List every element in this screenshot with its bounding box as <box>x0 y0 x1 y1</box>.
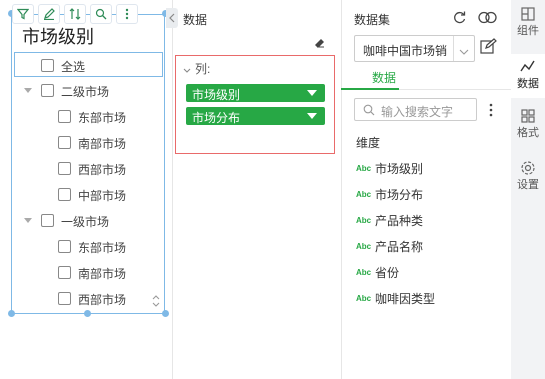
widget-title: 市场级别 <box>22 27 94 47</box>
scroll-updown-icon[interactable] <box>151 294 161 311</box>
sidebar-item-component[interactable]: 组件 <box>511 6 545 48</box>
item-checkbox[interactable] <box>58 110 71 123</box>
collapse-arrow-icon[interactable] <box>24 88 32 93</box>
search-icon <box>363 104 375 119</box>
tree-item-label: 东部市场 <box>78 111 127 125</box>
field-label: 市场分布 <box>375 188 424 202</box>
more-vertical-icon[interactable] <box>116 4 138 24</box>
sort-icon[interactable] <box>64 4 86 24</box>
item-checkbox[interactable] <box>58 162 71 175</box>
field-item[interactable]: Abc 产品名称 <box>356 238 423 255</box>
sidebar-item-label: 设置 <box>517 179 539 191</box>
field-item[interactable]: Abc 省份 <box>356 264 399 281</box>
dataset-select[interactable]: 咖啡中国市场销 <box>354 35 475 62</box>
field-label: 产品种类 <box>375 214 424 228</box>
group-checkbox[interactable] <box>41 214 54 227</box>
field-item[interactable]: Abc 产品种类 <box>356 212 423 229</box>
active-tab-indicator <box>341 88 399 90</box>
field-label: 市场级别 <box>375 162 424 176</box>
field-label: 产品名称 <box>375 240 424 254</box>
chevron-down-icon[interactable] <box>183 64 191 78</box>
field-item[interactable]: Abc 市场分布 <box>356 186 423 203</box>
edit-dataset-icon[interactable] <box>480 38 497 58</box>
text-type-icon: Abc <box>356 268 372 277</box>
panel-title: 数据 <box>183 13 208 27</box>
sidebar-item-label: 数据 <box>517 78 539 90</box>
columns-label: 列: <box>195 62 211 76</box>
select-all-label: 全选 <box>61 60 86 74</box>
format-grid-icon <box>521 109 535 123</box>
text-type-icon: Abc <box>356 164 372 173</box>
item-checkbox[interactable] <box>58 292 71 305</box>
dataset-title: 数据集 <box>354 13 391 27</box>
sidebar-item-label: 格式 <box>517 127 539 139</box>
group-checkbox[interactable] <box>41 84 54 97</box>
field-label: 省份 <box>375 266 400 280</box>
field-chip[interactable]: 市场分布 <box>186 107 325 125</box>
component-icon <box>521 7 535 21</box>
text-type-icon: Abc <box>356 242 372 251</box>
tree-item-label: 南部市场 <box>78 137 127 151</box>
field-search-input[interactable]: 输入搜索文字 <box>354 98 477 121</box>
caret-down-icon[interactable] <box>307 113 317 119</box>
chevron-down-icon[interactable] <box>459 45 469 59</box>
tree-item-label: 南部市场 <box>78 267 127 281</box>
sidebar-item-label: 组件 <box>517 25 539 37</box>
field-chip-label: 市场级别 <box>192 88 241 102</box>
resize-handle-bottom-middle[interactable] <box>84 310 91 317</box>
tab-bar <box>341 64 511 90</box>
field-chip-label: 市场分布 <box>192 111 241 125</box>
item-checkbox[interactable] <box>58 136 71 149</box>
tree-item-label: 西部市场 <box>78 293 127 307</box>
tab-data[interactable]: 数据 <box>372 69 396 86</box>
text-type-icon: Abc <box>356 216 372 225</box>
resize-handle-bottom-right[interactable] <box>162 310 169 317</box>
field-label: 咖啡因类型 <box>375 292 436 306</box>
item-checkbox[interactable] <box>58 188 71 201</box>
dataset-link-icon[interactable] <box>478 10 498 28</box>
filter-icon[interactable] <box>12 4 34 24</box>
data-chart-icon <box>520 60 535 72</box>
tree-group-label: 一级市场 <box>61 215 110 229</box>
sidebar-item-data[interactable]: 数据 <box>511 54 545 98</box>
text-type-icon: Abc <box>356 294 372 303</box>
field-item[interactable]: Abc 咖啡因类型 <box>356 290 435 307</box>
field-chip[interactable]: 市场级别 <box>186 84 325 102</box>
sidebar-item-format[interactable]: 格式 <box>511 108 545 150</box>
collapse-arrow-icon[interactable] <box>24 218 32 223</box>
panel-collapse-icon[interactable] <box>166 8 178 28</box>
text-type-icon: Abc <box>356 190 372 199</box>
item-checkbox[interactable] <box>58 266 71 279</box>
settings-gear-icon <box>521 161 535 175</box>
dimension-heading: 维度 <box>356 136 381 150</box>
edit-pencil-icon[interactable] <box>38 4 60 24</box>
search-placeholder: 输入搜索文字 <box>381 105 454 119</box>
more-vertical-icon[interactable] <box>488 103 494 120</box>
dataset-select-value: 咖啡中国市场销 <box>363 44 448 58</box>
tree-item-label: 东部市场 <box>78 241 127 255</box>
tree-group-label: 二级市场 <box>61 85 110 99</box>
eraser-icon[interactable] <box>314 37 326 52</box>
resize-handle-bottom-left[interactable] <box>8 310 15 317</box>
search-icon[interactable] <box>90 4 112 24</box>
select-all-row[interactable] <box>14 52 163 77</box>
item-checkbox[interactable] <box>58 240 71 253</box>
tree-item-label: 中部市场 <box>78 189 127 203</box>
caret-down-icon[interactable] <box>307 90 317 96</box>
sidebar-item-settings[interactable]: 设置 <box>511 160 545 202</box>
field-item[interactable]: Abc 市场级别 <box>356 160 423 177</box>
tree-item-label: 西部市场 <box>78 163 127 177</box>
select-all-checkbox[interactable] <box>41 59 54 72</box>
refresh-icon[interactable] <box>452 10 467 28</box>
